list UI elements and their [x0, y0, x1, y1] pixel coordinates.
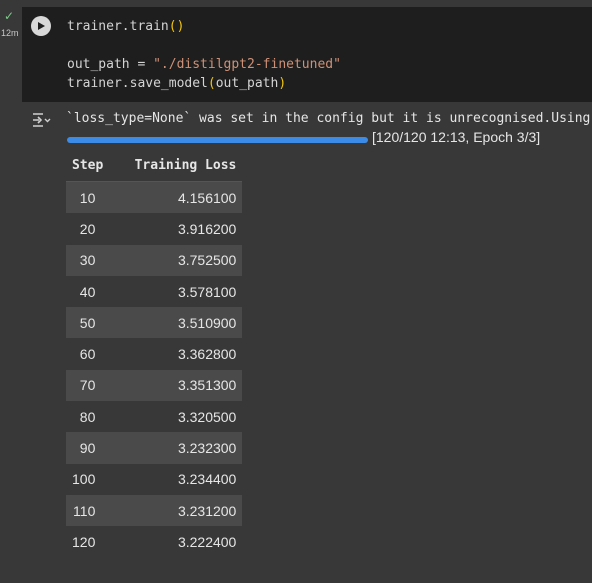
- code-line: trainer.train(): [67, 19, 185, 34]
- cell-training-loss: 3.232300: [123, 432, 243, 464]
- training-loss-table: Step Training Loss 10 4.156100 20 3.916200 3…: [66, 150, 243, 558]
- cell-training-loss: 3.362800: [177, 346, 237, 363]
- cell-training-loss: 3.222400: [177, 533, 237, 550]
- table-row: 100 3.234400: [66, 464, 242, 495]
- cell-training-loss: 3.510900: [123, 307, 243, 339]
- execution-time: 12m: [1, 28, 19, 38]
- cell-training-loss: 3.752500: [123, 244, 243, 276]
- cell-step: 20: [79, 220, 96, 237]
- training-progress-bar: [67, 137, 368, 143]
- cell-step: 50: [66, 307, 124, 339]
- run-cell-button[interactable]: [31, 16, 51, 36]
- table-row: 10 4.156100: [66, 181, 243, 214]
- cell-step: 60: [79, 346, 96, 363]
- output-actions-icon[interactable]: [30, 111, 52, 129]
- cell-training-loss: 3.231200: [123, 494, 243, 527]
- table-row: 50 3.510900: [66, 307, 243, 339]
- table-row: 40 3.578100: [66, 276, 242, 307]
- column-header-step: Step: [66, 150, 124, 182]
- cell-step: 80: [79, 408, 96, 425]
- table-row: 90 3.232300: [66, 432, 243, 464]
- table-row: 60 3.362800: [66, 338, 242, 369]
- cell-step: 30: [66, 244, 124, 276]
- cell-step: 40: [79, 283, 96, 300]
- cell-training-loss: 4.156100: [123, 181, 243, 214]
- table-row: 80 3.320500: [66, 401, 242, 432]
- cell-step: 120: [72, 533, 96, 550]
- cell-step: 100: [72, 471, 96, 488]
- table-row: 30 3.752500: [66, 244, 243, 276]
- code-line: trainer.save_model(out_path): [67, 76, 287, 91]
- cell-training-loss: 3.578100: [177, 283, 237, 300]
- table-row: 120 3.222400: [66, 526, 242, 557]
- table-row: 20 3.916200: [66, 213, 242, 244]
- table-row: 70 3.351300: [66, 369, 243, 402]
- play-icon: [38, 22, 45, 30]
- cell-training-loss: 3.234400: [177, 471, 237, 488]
- code-line: out_path = "./distilgpt2-finetuned": [67, 57, 341, 72]
- table-row: 110 3.231200: [66, 494, 243, 527]
- cell-training-loss: 3.916200: [177, 220, 237, 237]
- warning-message: `loss_type=None` was set in the config b…: [66, 111, 591, 126]
- progress-fill: [67, 137, 368, 143]
- cell-gutter: ✓ 12m: [0, 0, 22, 583]
- code-cell[interactable]: trainer.train() out_path = "./distilgpt2-…: [22, 7, 592, 102]
- cell-training-loss: 3.320500: [177, 408, 237, 425]
- cell-step: 90: [66, 432, 124, 464]
- cell-training-loss: 3.351300: [123, 369, 243, 402]
- cell-step: 10: [66, 181, 124, 214]
- cell-step: 70: [66, 369, 124, 402]
- code-editor[interactable]: trainer.train() out_path = "./distilgpt2-…: [67, 17, 341, 93]
- cell-step: 110: [66, 494, 124, 527]
- column-header-training-loss: Training Loss: [123, 150, 243, 182]
- checkmark-icon: ✓: [4, 9, 15, 23]
- progress-label: [120/120 12:13, Epoch 3/3]: [372, 129, 541, 145]
